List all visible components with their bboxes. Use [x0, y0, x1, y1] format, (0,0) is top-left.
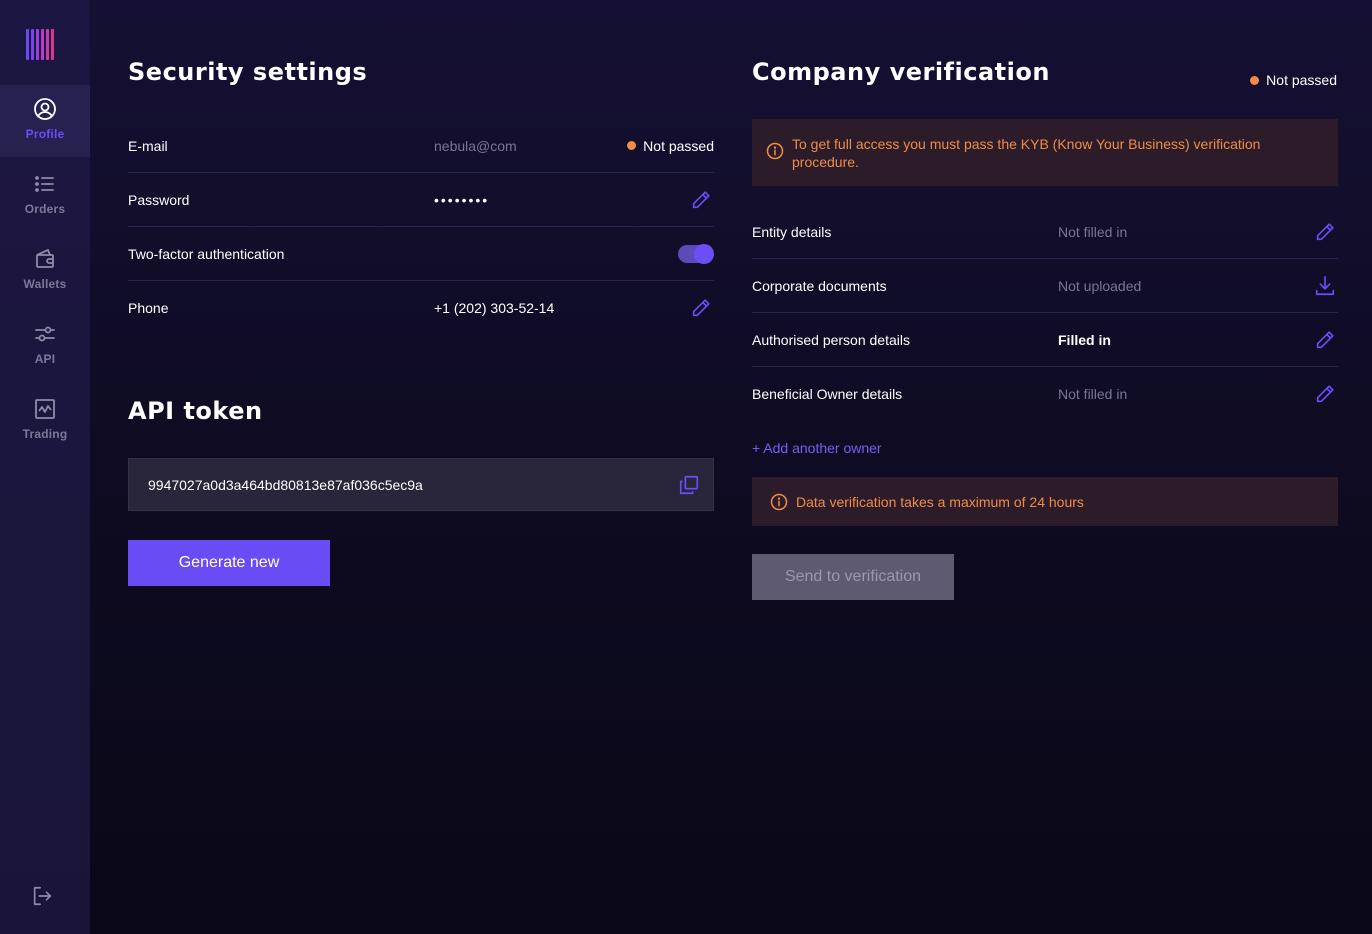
password-label: Password [128, 191, 190, 208]
toggle-knob [694, 244, 714, 264]
info-icon [766, 142, 784, 160]
kyb-warning-alert: To get full access you must pass the KYB… [752, 119, 1338, 186]
api-token-field[interactable]: 9947027a0d3a464bd80813e87af036c5ec9a [128, 458, 714, 511]
sidebar: Profile Orders Wallets API Trading [0, 0, 90, 934]
company-verification-title: Company verification [752, 58, 1050, 86]
two-factor-label: Two-factor authentication [128, 245, 285, 262]
company-row-entity: Entity details Not filled in [752, 205, 1338, 259]
download-icon[interactable] [1314, 275, 1336, 297]
company-row-beneficial: Beneficial Owner details Not filled in [752, 367, 1338, 421]
corporate-documents-status: Not uploaded [1058, 277, 1142, 294]
password-value: •••••••• [434, 191, 490, 208]
verification-info-alert: Data verification takes a maximum of 24 … [752, 477, 1338, 526]
entity-details-label: Entity details [752, 223, 832, 240]
edit-password-icon[interactable] [690, 189, 712, 211]
beneficial-owner-status: Not filled in [1058, 386, 1128, 402]
sidebar-item-trading[interactable]: Trading [0, 385, 90, 457]
entity-details-status: Not filled in [1058, 223, 1128, 240]
copy-icon[interactable] [678, 474, 700, 496]
user-circle-icon [34, 98, 56, 120]
authorised-person-label: Authorised person details [752, 331, 910, 348]
list-icon [35, 176, 54, 192]
beneficial-owner-label: Beneficial Owner details [752, 386, 903, 402]
sidebar-item-label: Orders [24, 202, 66, 216]
sidebar-item-orders[interactable]: Orders [0, 160, 90, 232]
sidebar-item-api[interactable]: API [0, 310, 90, 382]
edit-entity-icon[interactable] [1314, 221, 1336, 243]
authorised-person-status: Filled in [1058, 331, 1111, 348]
phone-label: Phone [128, 300, 169, 316]
phone-value: +1 (202) 303-52-14 [434, 300, 555, 316]
add-another-owner-link[interactable]: + Add another owner [752, 440, 882, 456]
two-factor-toggle[interactable] [678, 244, 714, 264]
email-status-text: Not passed [643, 137, 714, 154]
security-settings-title: Security settings [128, 58, 368, 86]
security-row-email: E-mail nebula@com Not passed [128, 119, 714, 173]
status-dot [1250, 75, 1260, 85]
edit-beneficial-icon[interactable] [1314, 383, 1336, 405]
security-row-phone: Phone +1 (202) 303-52-14 [128, 281, 714, 335]
info-icon [770, 493, 788, 510]
sidebar-item-wallets[interactable]: Wallets [0, 235, 90, 307]
generate-new-button[interactable]: Generate new [128, 540, 330, 586]
company-row-documents: Corporate documents Not uploaded [752, 259, 1338, 313]
chart-icon [35, 399, 55, 419]
logout-icon[interactable] [31, 885, 53, 907]
edit-phone-icon[interactable] [690, 297, 712, 319]
sidebar-item-label: Trading [22, 427, 68, 441]
company-status-badge: Not passed [1250, 72, 1337, 88]
api-token-title: API token [128, 397, 263, 425]
security-row-password: Password •••••••• [128, 173, 714, 227]
api-token-value: 9947027a0d3a464bd80813e87af036c5ec9a [148, 476, 423, 493]
status-dot [627, 141, 637, 150]
sidebar-item-label: API [34, 352, 56, 366]
email-label: E-mail [128, 137, 168, 154]
security-row-2fa: Two-factor authentication [128, 227, 714, 281]
sliders-icon [35, 326, 55, 342]
kyb-warning-text: To get full access you must pass the KYB… [792, 136, 1261, 170]
company-status-text: Not passed [1266, 72, 1337, 88]
edit-authorised-icon[interactable] [1314, 329, 1336, 351]
email-status-badge: Not passed [627, 138, 714, 154]
verification-info-text: Data verification takes a maximum of 24 … [796, 493, 1084, 510]
send-to-verification-button[interactable]: Send to verification [752, 554, 954, 600]
sidebar-item-label: Profile [25, 127, 65, 141]
brand-logo[interactable] [26, 29, 58, 60]
sidebar-item-profile[interactable]: Profile [0, 85, 90, 157]
sidebar-item-label: Wallets [23, 277, 67, 291]
email-value: nebula@com [434, 137, 517, 154]
wallet-icon [36, 249, 54, 268]
corporate-documents-label: Corporate documents [752, 277, 887, 294]
company-row-authorised: Authorised person details Filled in [752, 313, 1338, 367]
